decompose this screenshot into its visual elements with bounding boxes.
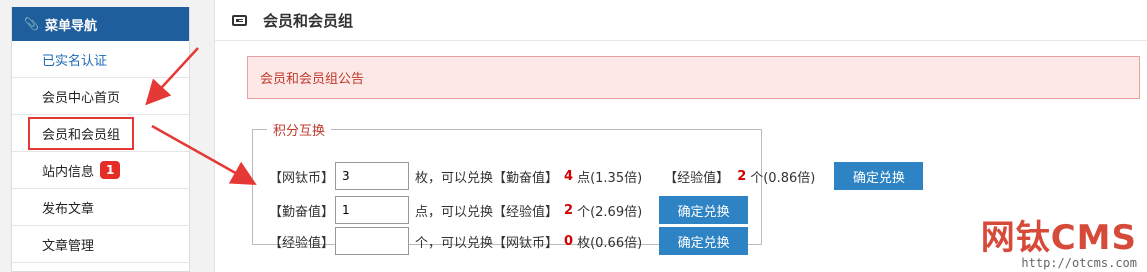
sidebar-item-label: 会员中心首页	[42, 90, 121, 106]
row-label: 【经验值】	[269, 235, 335, 251]
row-unit-text: 点，可以兑换【经验值】	[415, 204, 559, 220]
row-label: 【勤奋值】	[269, 204, 335, 220]
exchange-row-experience: 【经验值】 个，可以兑换【网钛币】 0 枚(0.66倍) 确定兑换	[269, 226, 749, 256]
page-header: 会员和会员组	[215, 0, 1147, 41]
row-label-2: 【经验值】	[664, 170, 730, 186]
experience-amount: 2	[564, 202, 574, 218]
diligence-amount: 4	[564, 168, 574, 184]
sidebar-item-label: 已实名认证	[42, 53, 108, 69]
sidebar-menu: 📎 菜单导航 已实名认证 会员中心首页 会员和会员组 站内信息 1 发布文章 文…	[11, 7, 190, 272]
experience-amount: 2	[737, 168, 747, 184]
exchange-row-coins: 【网钛币】 枚，可以兑换【勤奋值】 4 点(1.35倍) 【经验值】 2 个(0…	[269, 161, 924, 191]
sidebar-item-label: 站内信息	[42, 164, 95, 180]
row-unit-text: 枚，可以兑换【勤奋值】	[415, 170, 559, 186]
row-rate-2: 个(0.86倍)	[750, 170, 816, 186]
watermark: 网钛CMS http://otcms.com	[981, 220, 1137, 270]
page-title: 会员和会员组	[263, 11, 354, 30]
id-card-icon	[232, 14, 247, 26]
main-panel: 会员和会员组 会员和会员组公告 积分互换 【网钛币】 枚，可以兑换【勤奋值】 4…	[214, 0, 1147, 272]
row-rate: 个(2.69倍)	[577, 204, 643, 220]
exchange-row-diligence: 【勤奋值】 点，可以兑换【经验值】 2 个(2.69倍) 确定兑换	[269, 195, 749, 225]
sidebar-item-label: 发布文章	[42, 201, 95, 217]
row-rate: 枚(0.66倍)	[577, 235, 643, 251]
sidebar-item-article-manage[interactable]: 文章管理	[12, 226, 189, 263]
coins-amount: 0	[564, 233, 574, 249]
row-unit-text: 个，可以兑换【网钛币】	[415, 235, 559, 251]
sidebar-item-member-home[interactable]: 会员中心首页	[12, 78, 189, 115]
watermark-brand: 网钛CMS	[980, 218, 1137, 258]
exchange-coins-button[interactable]: 确定兑换	[834, 162, 924, 190]
exchange-experience-button[interactable]: 确定兑换	[659, 227, 749, 255]
diligence-input[interactable]	[335, 196, 410, 224]
points-exchange-fieldset: 积分互换 【网钛币】 枚，可以兑换【勤奋值】 4 点(1.35倍) 【经验值】 …	[252, 120, 924, 255]
notice-text: 会员和会员组公告	[260, 72, 365, 87]
watermark-url: http://otcms.com	[1021, 256, 1137, 270]
row-label: 【网钛币】	[269, 170, 335, 186]
exchange-diligence-button[interactable]: 确定兑换	[659, 196, 749, 224]
sidebar-item-member-group[interactable]: 会员和会员组	[12, 115, 189, 152]
paperclip-icon: 📎	[24, 17, 39, 31]
sidebar-item-label: 文章管理	[42, 238, 95, 254]
sidebar-item-messages[interactable]: 站内信息 1	[12, 152, 189, 189]
unread-badge: 1	[100, 161, 121, 179]
notice-box: 会员和会员组公告	[247, 56, 1140, 99]
coins-input[interactable]	[335, 162, 410, 190]
row-rate: 点(1.35倍)	[577, 170, 643, 186]
sidebar-item-label: 会员和会员组	[28, 116, 135, 150]
experience-input[interactable]	[335, 227, 410, 255]
exchange-legend: 积分互换	[273, 124, 326, 139]
sidebar-header: 📎 菜单导航	[12, 7, 189, 41]
sidebar-item-publish-article[interactable]: 发布文章	[12, 189, 189, 226]
sidebar-header-title: 菜单导航	[44, 18, 97, 34]
sidebar-item-verified[interactable]: 已实名认证	[12, 41, 189, 78]
